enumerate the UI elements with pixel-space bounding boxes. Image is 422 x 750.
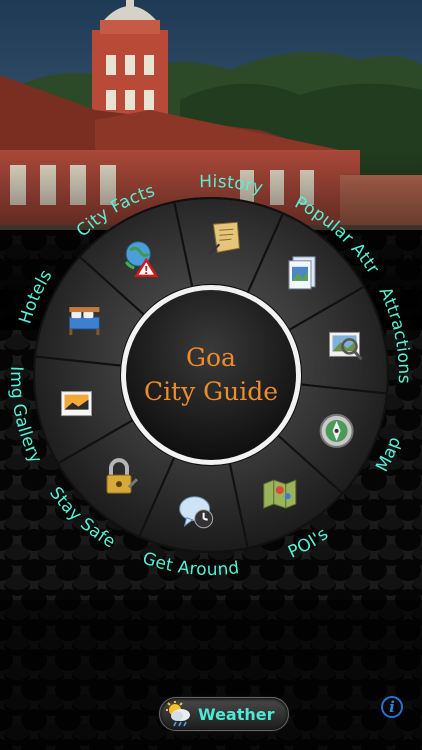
weather-button[interactable]: Weather [159,697,289,731]
center-title-line1: Goa [186,343,236,372]
menu-label-get-around[interactable]: Get Around [140,548,241,580]
compass-pin-icon[interactable] [319,413,354,448]
svg-text:!: ! [144,264,149,277]
picture-icon[interactable] [61,391,93,417]
magnifier-photo-icon[interactable] [328,331,363,361]
app-screen: History Popular Attr Attractions Map POI's Ge… [0,0,422,750]
menu-label-map[interactable]: Map [372,434,405,475]
photo-frame-icon[interactable] [288,256,316,290]
weather-label: Weather [198,704,275,724]
center-button[interactable] [126,290,296,460]
menu-label-history[interactable]: History [199,172,265,199]
map-pins-icon[interactable] [263,479,297,509]
info-button[interactable]: i [381,696,403,718]
center-title-line2: City Guide [144,377,278,406]
circular-menu: HistoryPopular AttrAttractionsMapPOI'sGe… [6,172,414,580]
sun-cloud-rain-icon [166,701,190,727]
